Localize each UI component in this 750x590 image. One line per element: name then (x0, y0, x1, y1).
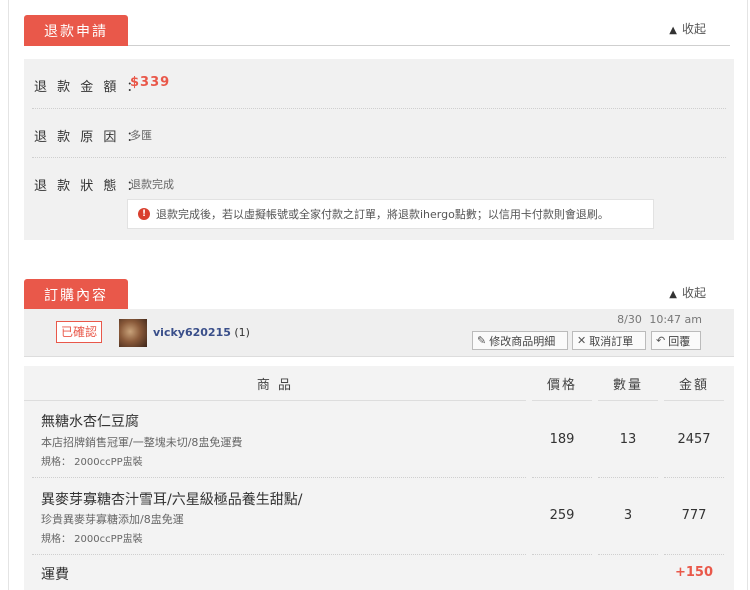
order-timestamp: 8/30 10:47 am (617, 313, 702, 326)
item-total: 2457 (677, 432, 711, 447)
order-info-bar: 已確認 vicky620215 (1) 8/30 10:47 am ✎ 修改商品明… (24, 309, 734, 357)
col-price: 價格 (532, 366, 592, 401)
refund-reason-row: 退 款 原 因 ： 多匯 (32, 108, 726, 158)
refund-notice: ! 退款完成後，若以虛擬帳號或全家付款之訂單，將退款ihergo點數；以信用卡付… (127, 199, 654, 229)
refund-reason-label: 退 款 原 因 ： (34, 130, 143, 145)
col-qty: 數量 (598, 366, 658, 401)
row-divider (664, 554, 724, 555)
item-qty: 3 (623, 508, 633, 523)
order-tab[interactable]: 訂購內容 (24, 279, 128, 310)
refund-notice-text: 退款完成後，若以虛擬帳號或全家付款之訂單，將退款ihergo點數；以信用卡付款則… (156, 208, 609, 221)
order-time: 10:47 am (649, 313, 702, 326)
refund-amount-row: 退 款 金 額 ： $339 (32, 59, 726, 109)
close-icon: ✕ (577, 334, 587, 347)
refund-section-header: 退款申請 ▲ 收起 (24, 13, 730, 46)
edit-icon: ✎ (477, 334, 487, 347)
refund-amount-label: 退 款 金 額 ： (34, 80, 143, 95)
status-badge: 已確認 (56, 321, 103, 343)
warning-icon: ! (138, 208, 150, 220)
order-user: vicky620215 (1) (153, 326, 250, 339)
order-section-header: 訂購內容 ▲ 收起 (24, 277, 730, 310)
reply-button[interactable]: ↶ 回覆 (651, 331, 701, 350)
collapse-up-icon: ▲ (669, 289, 677, 300)
refund-tab[interactable]: 退款申請 (24, 15, 128, 46)
item-qty: 13 (619, 432, 637, 447)
collapse-up-icon: ▲ (669, 25, 677, 36)
reply-icon: ↶ (656, 334, 666, 347)
cancel-order-button[interactable]: ✕ 取消訂單 (572, 331, 646, 350)
order-collapse-toggle[interactable]: ▲ 收起 (669, 284, 706, 301)
username-link[interactable]: vicky620215 (153, 326, 231, 339)
refund-status-value: 退款完成 (130, 178, 174, 191)
row-divider (664, 477, 724, 478)
col-amount: 金額 (664, 366, 724, 401)
collapse-label: 收起 (681, 22, 706, 36)
item-subtitle: 珍貴異麥芽寡糖添加/8盅免運 (41, 513, 184, 526)
item-spec: 規格： 2000ccPP盅裝 (41, 457, 143, 468)
refund-details: 退 款 金 額 ： $339 退 款 原 因 ： 多匯 退 款 狀 態 ： 退款… (24, 59, 734, 240)
col-product: 商 品 (24, 366, 526, 401)
refund-collapse-toggle[interactable]: ▲ 收起 (669, 20, 706, 37)
shipping-label: 運費 (41, 567, 69, 583)
item-name[interactable]: 無糖水杏仁豆腐 (41, 411, 139, 431)
refund-amount-value: $339 (130, 75, 171, 90)
cancel-order-label: 取消訂單 (589, 334, 634, 348)
edit-items-button[interactable]: ✎ 修改商品明細 (472, 331, 568, 350)
avatar[interactable] (119, 319, 147, 347)
order-items-table: 商 品 價格 數量 金額 無糖水杏仁豆腐 本店招牌銷售冠軍/一整塊未切/8盅免運… (24, 366, 734, 590)
row-divider (32, 554, 526, 555)
row-divider (532, 477, 592, 478)
item-price: 189 (549, 432, 575, 447)
order-date: 8/30 (617, 313, 642, 326)
row-divider (532, 554, 592, 555)
edit-items-label: 修改商品明細 (489, 334, 556, 348)
reply-label: 回覆 (668, 334, 691, 348)
item-name[interactable]: 異麥芽寡糖杏汁雪耳/六星級極品養生甜點/ (41, 489, 302, 509)
shipping-value: +150 (674, 565, 714, 580)
row-divider (598, 554, 658, 555)
row-divider (32, 477, 526, 478)
row-divider (598, 477, 658, 478)
refund-status-label: 退 款 狀 態 ： (34, 179, 143, 194)
user-count: (1) (234, 326, 250, 339)
refund-reason-value: 多匯 (130, 129, 152, 142)
item-subtitle: 本店招牌銷售冠軍/一整塊未切/8盅免運費 (41, 436, 243, 449)
item-spec: 規格： 2000ccPP盅裝 (41, 534, 143, 545)
item-total: 777 (681, 508, 707, 523)
item-price: 259 (549, 508, 575, 523)
collapse-label: 收起 (681, 286, 706, 300)
